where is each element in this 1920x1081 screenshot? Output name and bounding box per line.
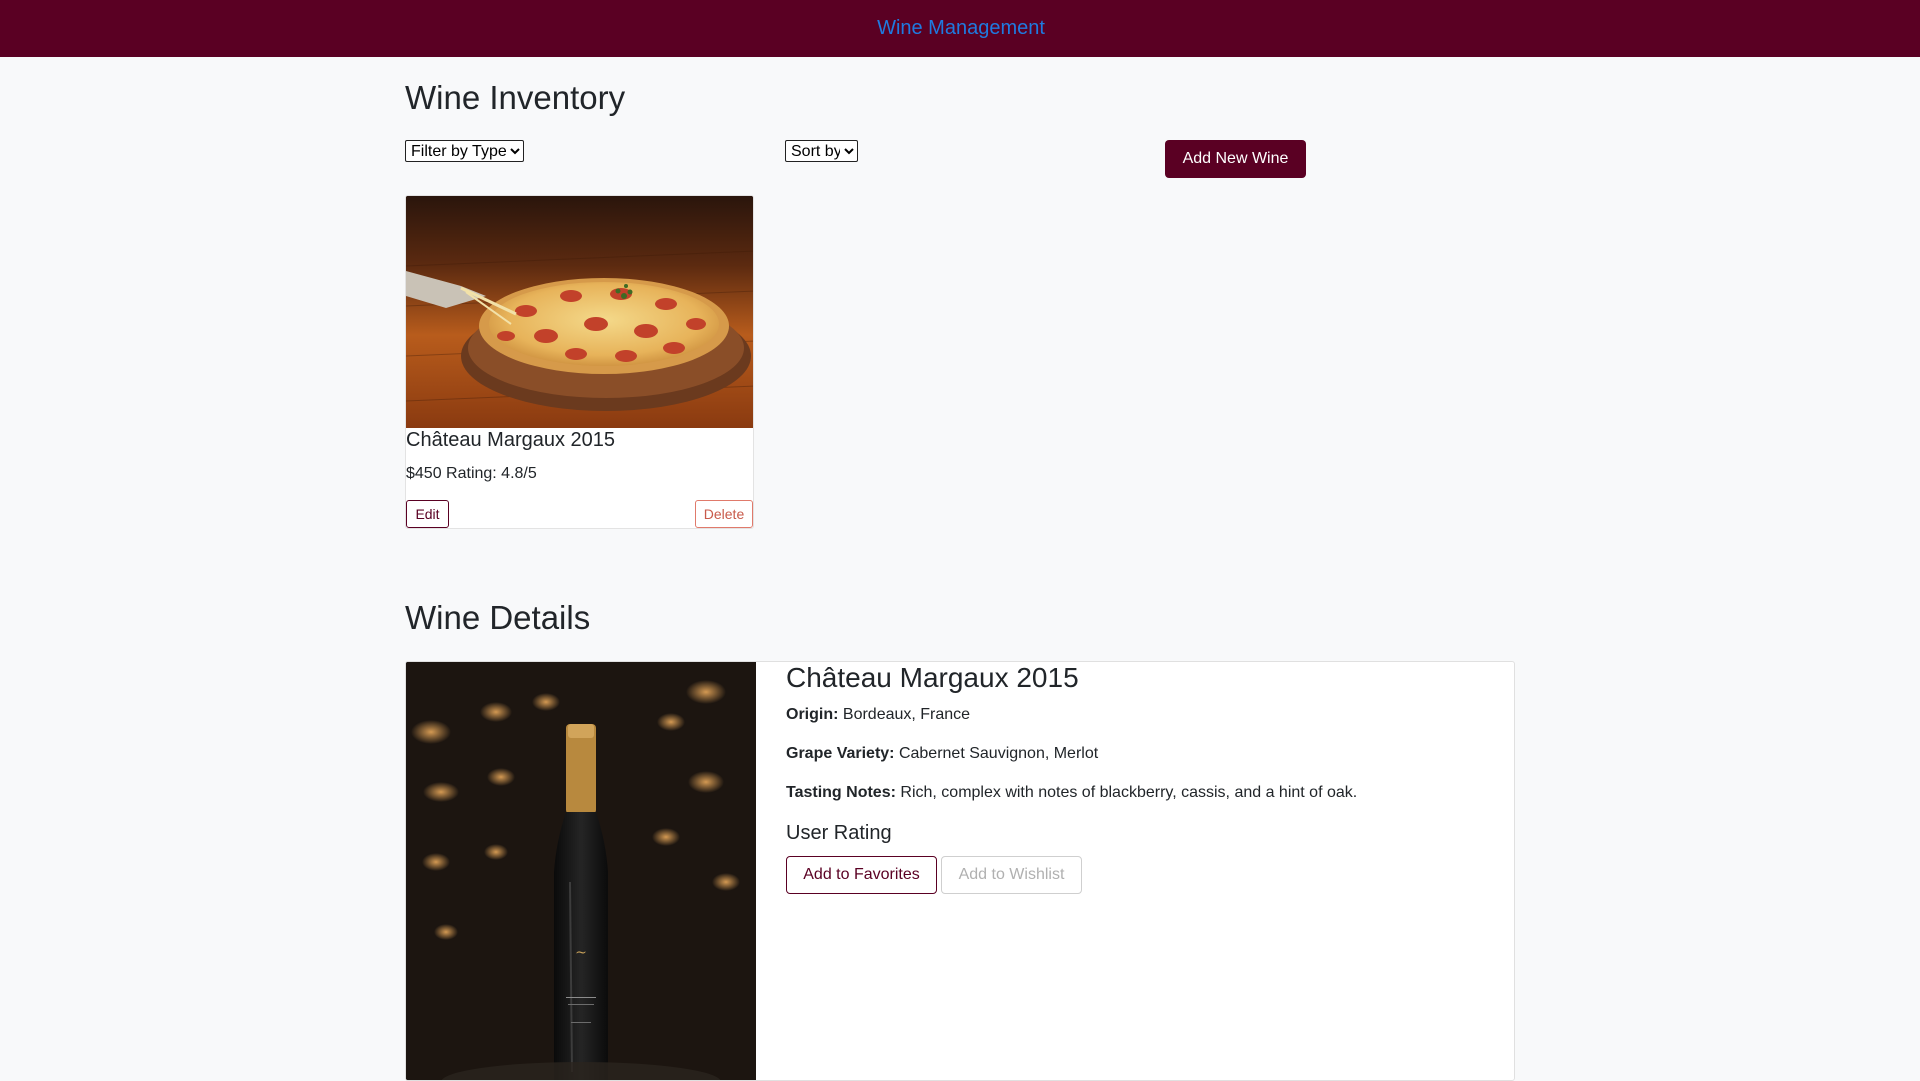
sort-select[interactable]: Sort by [785,140,858,162]
add-to-favorites-button[interactable]: Add to Favorites [786,856,937,894]
delete-button[interactable]: Delete [695,500,753,528]
edit-button[interactable]: Edit [406,500,449,528]
origin-row: Origin: Bordeaux, France [786,706,1506,724]
details-wine-name: Château Margaux 2015 [786,662,1079,693]
top-navbar: Wine Management [0,0,1920,57]
grape-value: Cabernet Sauvignon, Merlot [898,745,1099,762]
wine-card-price-rating: $450 Rating: 4.8/5 [406,465,537,482]
wine-bottle-photo: ~ [406,662,756,1080]
add-to-wishlist-button[interactable]: Add to Wishlist [941,856,1082,894]
wine-details-info: Château Margaux 2015 Origin: Bordeaux, F… [786,662,1506,896]
grape-label: Grape Variety: [786,745,895,762]
inventory-heading: Wine Inventory [405,79,626,116]
notes-value: Rich, complex with notes of blackberry, … [900,784,1358,801]
filter-type-select[interactable]: Filter by Type [405,140,524,162]
wine-card-title: Château Margaux 2015 [406,429,616,451]
notes-row: Tasting Notes: Rich, complex with notes … [786,784,1506,802]
origin-value: Bordeaux, France [842,706,971,723]
details-actions: Add to Favorites Add to Wishlist [786,856,1506,896]
pizza-photo [406,196,753,428]
notes-label: Tasting Notes: [786,784,896,801]
wine-card: Château Margaux 2015 $450 Rating: 4.8/5 … [405,195,754,529]
wine-bottle-art: ~ [406,662,756,1080]
grape-row: Grape Variety: Cabernet Sauvignon, Merlo… [786,745,1506,763]
add-new-wine-button[interactable]: Add New Wine [1165,140,1306,178]
wine-details-card: ~ Château Margaux 2015 Origin: Bordeaux,… [405,661,1515,1081]
origin-label: Origin: [786,706,839,723]
svg-text:~: ~ [575,945,587,961]
pizza-photo-art [406,196,753,428]
inventory-controls: Filter by Type Sort by Add New Wine [405,140,1515,180]
details-heading: Wine Details [405,599,591,636]
brand-link[interactable]: Wine Management [877,17,1045,40]
user-rating-heading: User Rating [786,822,892,844]
